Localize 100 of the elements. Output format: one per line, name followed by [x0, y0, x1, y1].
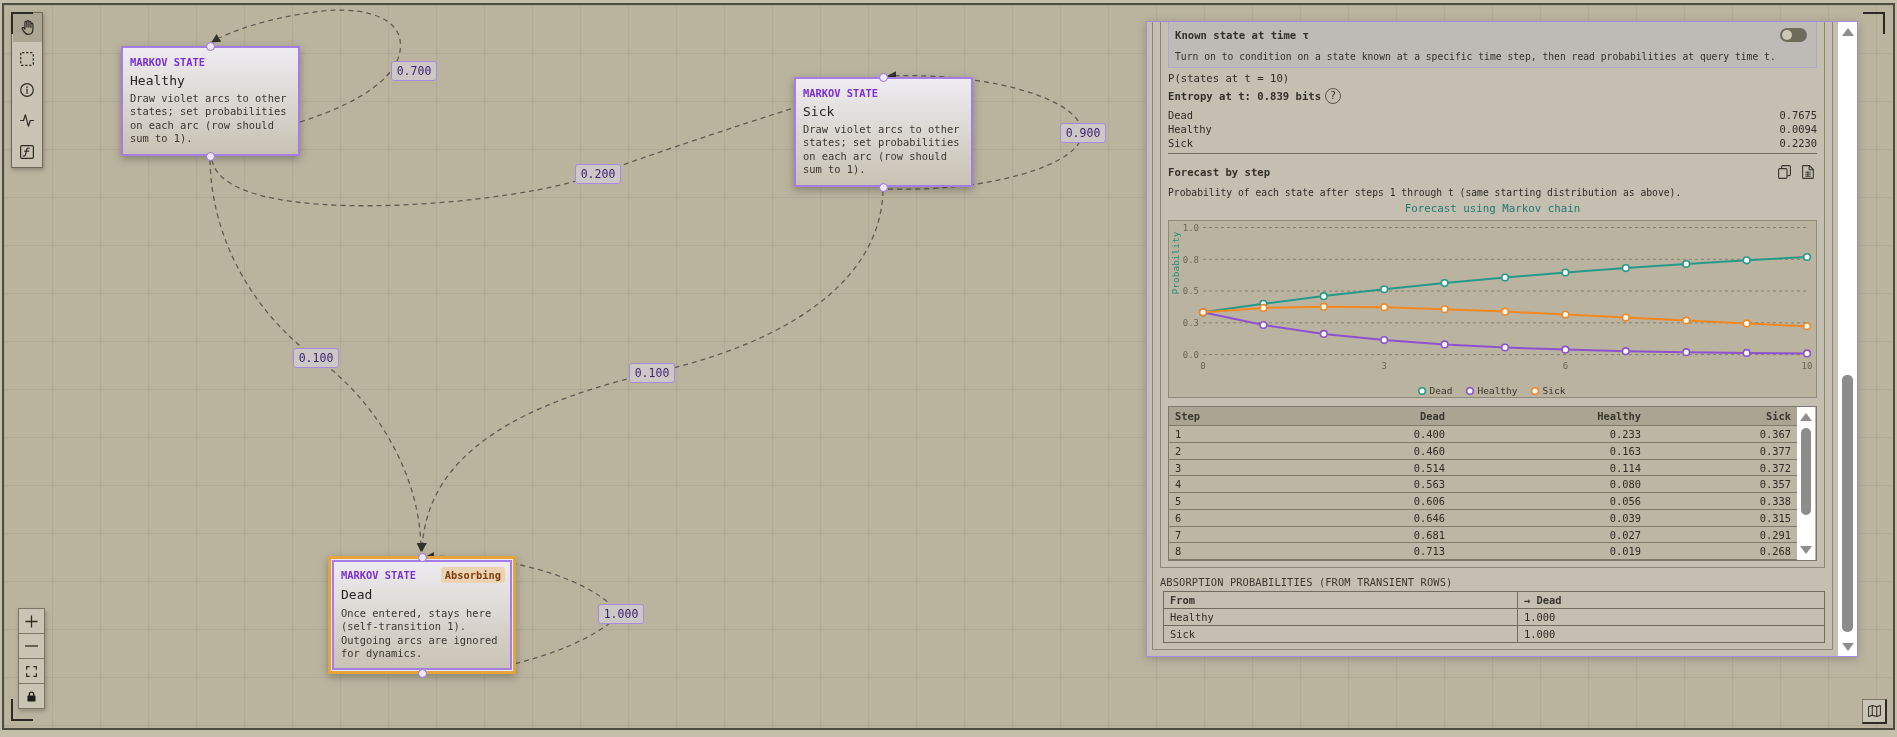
state-name: Healthy — [130, 73, 186, 89]
minimap-button[interactable] — [1862, 699, 1887, 724]
tool-button[interactable] — [12, 13, 42, 42]
port-handle[interactable] — [418, 553, 427, 562]
table-header-cell: Dead — [1301, 407, 1451, 426]
scrollbar[interactable] — [1797, 407, 1815, 560]
probability-value: 0.2230 — [1779, 136, 1817, 150]
axis-tick-label: 3 — [1381, 360, 1387, 371]
port-handle[interactable] — [206, 42, 215, 51]
probability-label: 0.700 — [391, 61, 437, 81]
scrollbar-thumb[interactable] — [1842, 375, 1853, 632]
padlock-icon — [27, 690, 36, 702]
data-point — [1440, 278, 1449, 288]
document-icon[interactable] — [1802, 165, 1814, 179]
distribution-heading: P(states at t = 10) — [1168, 71, 1291, 85]
axis-tick-label: 0.0 — [1182, 349, 1199, 360]
legend-label: Dead — [1429, 385, 1453, 397]
legend-label: Sick — [1542, 385, 1566, 397]
absorbing-badge: Absorbing — [440, 567, 505, 583]
data-point — [1500, 273, 1510, 282]
zoom-out-button[interactable] — [18, 633, 45, 659]
data-point — [1682, 259, 1691, 269]
table-cell: Sick — [1164, 626, 1518, 643]
table-cell: 1.000 — [1518, 609, 1825, 626]
table-cell: 1.000 — [1518, 626, 1825, 643]
data-point — [1561, 345, 1570, 354]
state-description: Draw violet arcs to other states; set probabilities on each arc (row should sum to 1). — [803, 123, 961, 177]
data-point — [1319, 292, 1328, 301]
forecast-description: Probability of each state after steps 1 through t (same starting distribution as above). — [1168, 186, 1683, 199]
scroll-down-icon[interactable] — [1800, 546, 1812, 554]
data-point — [1440, 340, 1449, 349]
scroll-up-icon[interactable] — [1800, 413, 1812, 421]
table-cell: Healthy — [1164, 609, 1518, 626]
info-icon — [20, 82, 34, 97]
forecast-title: Forecast by step — [1168, 166, 1271, 178]
state-name: Sick — [803, 104, 836, 120]
map-icon — [1867, 705, 1881, 717]
data-point — [1561, 310, 1570, 319]
scroll-up-icon[interactable] — [1841, 28, 1854, 36]
data-point — [1621, 313, 1630, 322]
axis-tick-label: 6 — [1562, 360, 1569, 371]
port-handle[interactable] — [879, 73, 888, 82]
state-type-label: MARKOV STATE — [130, 56, 206, 69]
data-point — [1380, 336, 1389, 345]
data-point — [1742, 256, 1751, 265]
data-point — [1319, 329, 1328, 338]
axis-tick-label: 0.3 — [1182, 318, 1199, 329]
legend-label: Healthy — [1477, 385, 1518, 397]
data-point — [1380, 303, 1389, 312]
scrollbar-thumb[interactable] — [1801, 428, 1811, 515]
state-type-label: MARKOV STATE — [341, 568, 417, 582]
port-handle[interactable] — [418, 669, 427, 678]
data-point — [1742, 348, 1751, 358]
fit-view-button[interactable] — [18, 658, 45, 684]
known-state-title: Known state at time τ — [1175, 29, 1309, 41]
pulse-icon — [20, 114, 34, 127]
data-point — [1742, 319, 1751, 328]
axis-title: Probability — [1170, 231, 1181, 295]
scrollbar[interactable] — [1838, 22, 1857, 656]
state-type-label: MARKOV STATE — [803, 87, 879, 100]
data-point — [1440, 305, 1449, 314]
axis-tick-label: 10 — [1801, 360, 1813, 371]
scroll-down-icon[interactable] — [1841, 643, 1854, 651]
zoom-in-button[interactable] — [18, 608, 45, 634]
port-handle[interactable] — [879, 183, 888, 192]
state-name: Dead — [341, 587, 374, 603]
axis-tick-label: 0 — [1200, 360, 1206, 371]
data-point — [1500, 307, 1510, 316]
toggle-switch[interactable] — [1780, 28, 1807, 42]
table-header-cell: Step — [1169, 407, 1301, 426]
data-point — [1682, 348, 1691, 357]
data-point — [1500, 343, 1510, 352]
data-point — [1380, 285, 1389, 294]
table-header-cell: Sick — [1647, 407, 1797, 426]
state-label: Healthy — [1168, 122, 1212, 136]
state-description: Draw violet arcs to other states; set probabilities on each arc (row should sum to 1). — [130, 92, 288, 146]
dashed-rectangle-icon — [20, 51, 34, 66]
probability-label: 0.100 — [293, 348, 339, 368]
axis-tick-label: 0.5 — [1182, 286, 1199, 297]
data-point — [1802, 252, 1812, 262]
state-label: Dead — [1168, 108, 1194, 122]
minus-icon — [25, 645, 38, 647]
data-point — [1802, 322, 1812, 331]
port-handle[interactable] — [206, 152, 215, 161]
copy-icon[interactable] — [1778, 165, 1791, 179]
corner-bracket — [11, 12, 33, 34]
chart-title: Forecast using Markov chain — [1403, 202, 1582, 215]
probability-label: 0.100 — [629, 363, 675, 383]
data-point — [1561, 268, 1570, 277]
entropy-text: Entropy at t: 0.839 bits — [1168, 90, 1322, 102]
axis-tick-label: 1.0 — [1182, 222, 1199, 233]
data-point — [1259, 303, 1268, 313]
data-point — [1621, 263, 1630, 273]
state-label: Sick — [1168, 136, 1194, 150]
lock-button[interactable] — [18, 683, 45, 709]
fullscreen-icon — [26, 665, 37, 677]
probability-label: 1.000 — [598, 604, 644, 624]
data-point — [1319, 302, 1328, 311]
probability-label: 0.900 — [1060, 123, 1106, 143]
data-point — [1682, 316, 1691, 325]
